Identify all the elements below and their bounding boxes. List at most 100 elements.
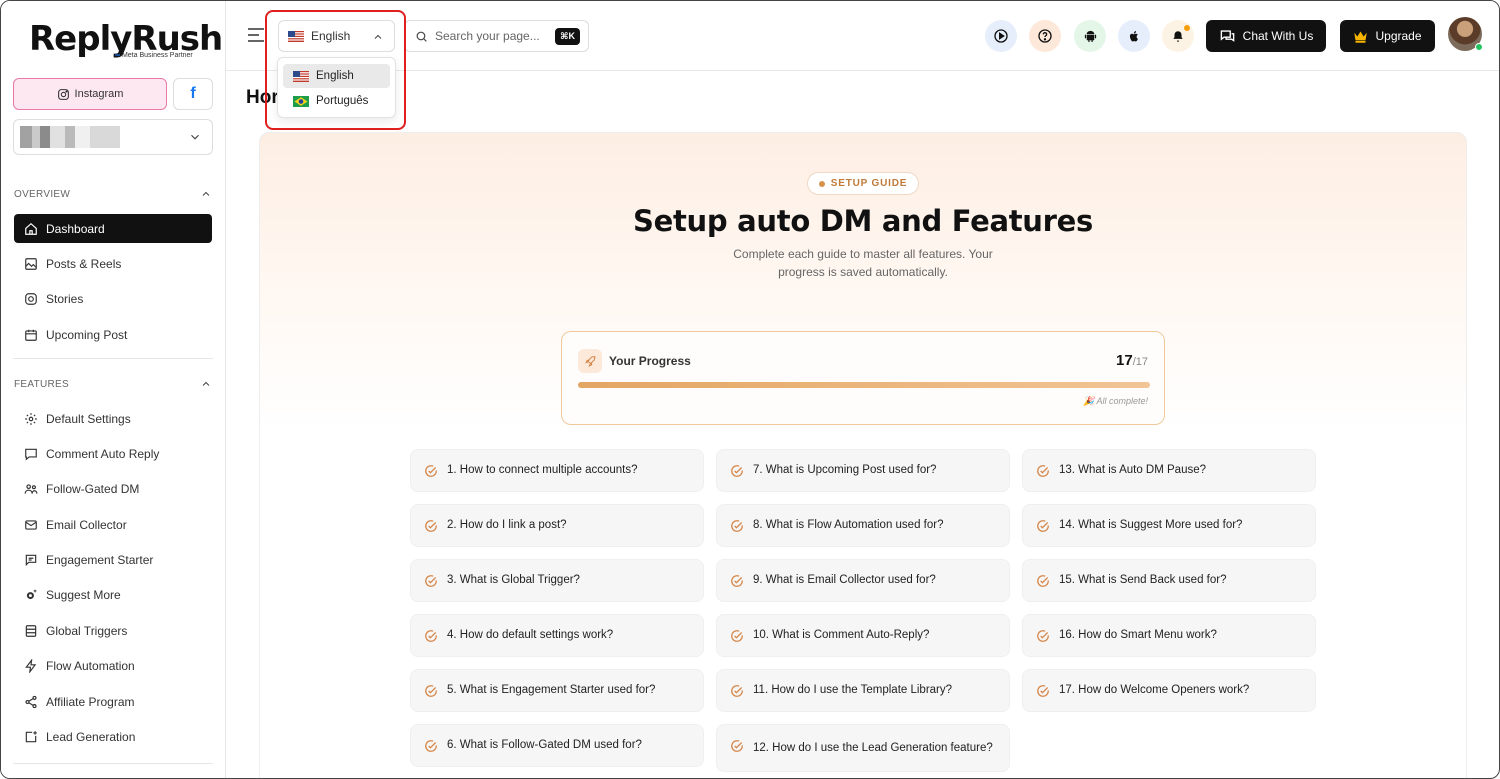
chevron-down-icon (191, 134, 199, 140)
gear-icon (25, 412, 37, 425)
sidebar-item-email-collector[interactable]: Email Collector (14, 510, 212, 539)
guide-item-label: 12. How do I use the Lead Generation fea… (753, 741, 993, 754)
check-circle-icon (425, 575, 437, 587)
play-circle-icon (994, 29, 1008, 43)
search-placeholder: Search your page... (435, 29, 540, 43)
meta-icon: ∞ (115, 52, 120, 59)
guide-item[interactable]: 12. How do I use the Lead Generation fea… (716, 724, 1010, 772)
android-app-button[interactable] (1074, 20, 1106, 52)
guide-item[interactable]: 10. What is Comment Auto-Reply? (716, 614, 1010, 657)
guide-item[interactable]: 4. How do default settings work? (410, 614, 704, 657)
facebook-icon: f (190, 85, 196, 102)
setup-subtitle: Complete each guide to master all featur… (733, 247, 993, 279)
tutorial-button[interactable] (985, 20, 1017, 52)
progress-bar (578, 382, 1150, 388)
message-icon (25, 554, 37, 566)
bell-icon (1173, 30, 1183, 42)
sidebar-item-global-triggers[interactable]: Global Triggers (14, 616, 212, 645)
annotation-highlight (265, 10, 406, 130)
progress-bar-fill (578, 382, 1150, 388)
check-circle-icon (425, 740, 437, 752)
guide-item[interactable]: 2. How do I link a post? (410, 504, 704, 547)
crown-icon (1354, 31, 1368, 43)
guide-item[interactable]: 1. How to connect multiple accounts? (410, 449, 704, 492)
sidebar-item-upcoming-post[interactable]: Upcoming Post (14, 320, 212, 349)
image-icon (25, 257, 37, 270)
check-circle-icon (731, 520, 743, 532)
check-circle-icon (731, 740, 743, 752)
sidebar-item-suggest-more[interactable]: Suggest More (14, 580, 212, 609)
guide-item[interactable]: 15. What is Send Back used for? (1022, 559, 1316, 602)
top-bar: English Search your page... ⌘K Chat With… (226, 1, 1499, 71)
progress-label: Your Progress (609, 354, 691, 368)
guide-item[interactable]: 14. What is Suggest More used for? (1022, 504, 1316, 547)
guide-item-label: 10. What is Comment Auto-Reply? (753, 629, 930, 641)
guide-item[interactable]: 6. What is Follow-Gated DM used for? (410, 724, 704, 767)
sidebar-item-default-settings[interactable]: Default Settings (14, 404, 212, 433)
sidebar-item-flow-automation[interactable]: Flow Automation (14, 651, 212, 680)
guide-item[interactable]: 16. How do Smart Menu work? (1022, 614, 1316, 657)
sidebar-item-affiliate-program[interactable]: Affiliate Program (14, 687, 212, 716)
instagram-icon (57, 88, 69, 100)
features-section-header[interactable]: FEATURES (14, 378, 212, 390)
list-icon (25, 624, 37, 637)
check-circle-icon (1037, 630, 1049, 642)
sidebar-item-lead-generation[interactable]: Lead Generation (14, 722, 212, 751)
meta-partner-badge: ∞ Meta Business Partner (115, 52, 193, 59)
guide-item-label: 7. What is Upcoming Post used for? (753, 464, 937, 476)
check-circle-icon (731, 465, 743, 477)
account-selector[interactable] (13, 119, 213, 155)
guide-item[interactable]: 9. What is Email Collector used for? (716, 559, 1010, 602)
upgrade-button[interactable]: Upgrade (1340, 20, 1435, 52)
app-window: ReplyRush ∞ Meta Business Partner Instag… (0, 0, 1500, 779)
chevron-up-icon (202, 381, 210, 386)
chat-with-us-button[interactable]: Chat With Us (1206, 20, 1326, 52)
sidebar-item-stories[interactable]: Stories (14, 284, 212, 313)
instagram-tab[interactable]: Instagram (13, 78, 167, 110)
notification-dot (1184, 25, 1190, 31)
sidebar-item-follow-gated-dm[interactable]: Follow-Gated DM (14, 474, 212, 503)
guide-item[interactable]: 13. What is Auto DM Pause? (1022, 449, 1316, 492)
check-circle-icon (731, 685, 743, 697)
guide-item-label: 4. How do default settings work? (447, 629, 614, 641)
setup-guide-badge: SETUP GUIDE (807, 172, 919, 195)
sidebar-item-dashboard[interactable]: Dashboard (14, 214, 212, 243)
guide-item[interactable]: 8. What is Flow Automation used for? (716, 504, 1010, 547)
check-circle-icon (425, 465, 437, 477)
sparkle-gear-icon (26, 588, 38, 599)
check-circle-icon (425, 630, 437, 642)
instagram-icon (25, 292, 37, 305)
guide-item[interactable]: 17. How do Welcome Openers work? (1022, 669, 1316, 712)
chat-icon (1220, 29, 1234, 42)
overview-section-header[interactable]: OVERVIEW (14, 188, 212, 200)
guide-item-label: 14. What is Suggest More used for? (1059, 519, 1243, 531)
help-button[interactable] (1029, 20, 1061, 52)
sidebar-item-engagement-starter[interactable]: Engagement Starter (14, 545, 212, 574)
facebook-tab[interactable]: f (173, 78, 213, 110)
sidebar-divider (13, 763, 213, 764)
notifications-button[interactable] (1162, 20, 1194, 52)
android-icon (1084, 30, 1096, 42)
comment-icon (25, 448, 37, 460)
ios-app-button[interactable] (1118, 20, 1150, 52)
guide-item[interactable]: 3. What is Global Trigger? (410, 559, 704, 602)
sidebar-item-comment-auto-reply[interactable]: Comment Auto Reply (14, 439, 212, 468)
guide-item[interactable]: 7. What is Upcoming Post used for? (716, 449, 1010, 492)
share-icon (25, 695, 37, 708)
guide-item-label: 5. What is Engagement Starter used for? (447, 684, 656, 696)
sidebar-item-posts-reels[interactable]: Posts & Reels (14, 249, 212, 278)
blurred-account-name (20, 126, 120, 148)
home-icon (25, 222, 37, 235)
check-circle-icon (1037, 575, 1049, 587)
sidebar: ReplyRush ∞ Meta Business Partner Instag… (1, 1, 226, 778)
help-icon (1038, 29, 1052, 43)
check-circle-icon (1037, 465, 1049, 477)
users-icon (24, 483, 38, 494)
brand-logo[interactable]: ReplyRush ∞ Meta Business Partner (29, 19, 223, 59)
guide-item[interactable]: 5. What is Engagement Starter used for? (410, 669, 704, 712)
check-circle-icon (731, 575, 743, 587)
mail-icon (25, 519, 37, 530)
search-input[interactable]: Search your page... ⌘K (404, 20, 589, 52)
guide-item[interactable]: 11. How do I use the Template Library? (716, 669, 1010, 712)
hamburger-menu-icon[interactable] (248, 28, 264, 42)
